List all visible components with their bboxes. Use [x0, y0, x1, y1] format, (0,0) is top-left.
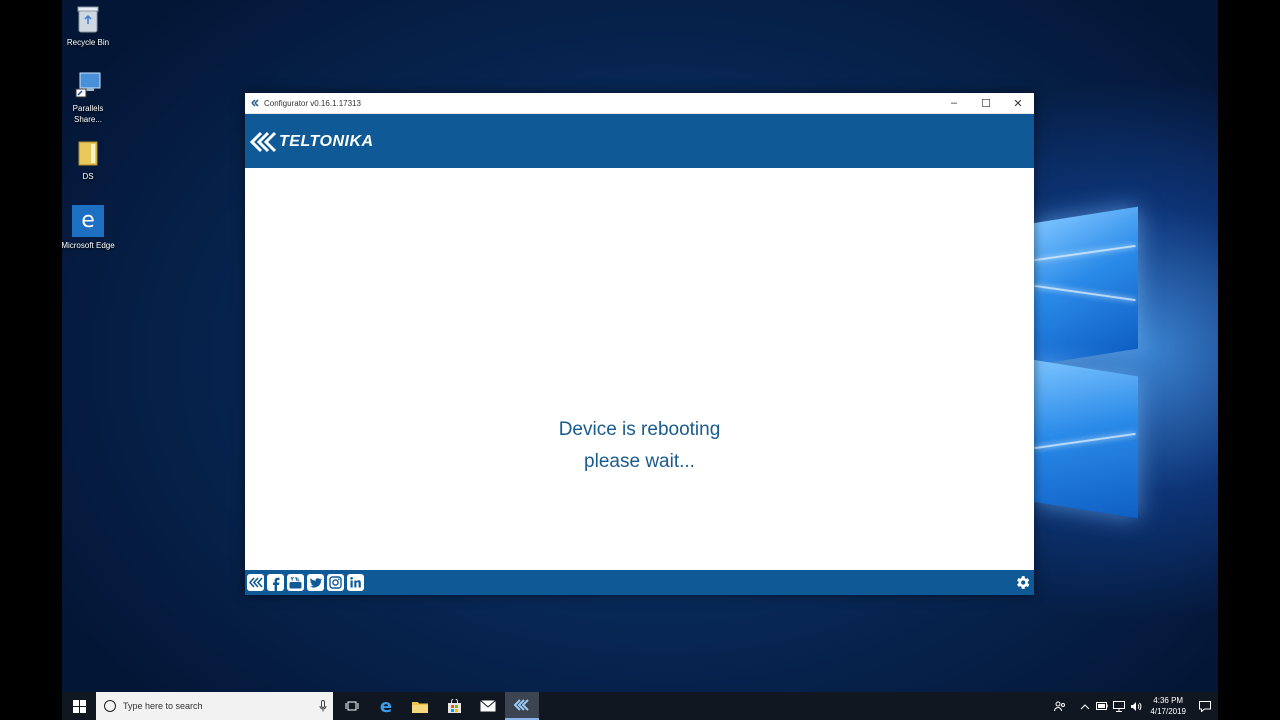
teltonika-logo-icon — [249, 131, 277, 152]
desktop-icon-ds[interactable]: DS — [62, 138, 118, 182]
action-center-button[interactable] — [1192, 692, 1218, 720]
minimize-icon: – — [950, 97, 958, 109]
mail-icon — [480, 700, 496, 712]
taskbar-store[interactable] — [437, 692, 471, 720]
start-button[interactable] — [62, 692, 96, 720]
edge-icon: e — [72, 205, 104, 237]
close-button[interactable]: ✕ — [1002, 93, 1034, 113]
maximize-icon: ☐ — [981, 97, 991, 110]
instagram-icon — [327, 574, 344, 591]
instagram-link[interactable] — [327, 574, 344, 591]
taskbar-edge[interactable]: e — [369, 692, 403, 720]
search-input[interactable]: Type here to search — [123, 701, 319, 711]
desktop-icon-label: Microsoft Edge — [62, 241, 115, 250]
windows-start-icon — [72, 699, 86, 713]
battery-icon — [1095, 702, 1108, 710]
microphone-icon[interactable] — [319, 700, 327, 712]
facebook-icon — [267, 574, 284, 591]
desktop-icon-edge[interactable]: e Microsoft Edge — [62, 205, 118, 251]
volume-button[interactable] — [1127, 692, 1144, 720]
teltonika-icon — [247, 574, 264, 591]
edge-icon: e — [379, 695, 393, 717]
teltonika-configurator-icon — [513, 699, 529, 711]
network-button[interactable] — [1110, 692, 1127, 720]
window-title: Configurator v0.16.1.17313 — [264, 98, 361, 108]
show-hidden-icons-button[interactable] — [1076, 692, 1093, 720]
message-line-2: please wait... — [584, 451, 695, 472]
taskbar-file-explorer[interactable] — [403, 692, 437, 720]
linkedin-link[interactable] — [347, 574, 364, 591]
file-explorer-icon — [412, 701, 428, 713]
folder-icon — [73, 138, 103, 168]
parallels-icon — [73, 70, 103, 100]
brand-name: TELTONIKA — [279, 132, 374, 150]
youtube-link[interactable] — [287, 574, 304, 591]
taskbar-mail[interactable] — [471, 692, 505, 720]
notification-icon — [1199, 700, 1211, 712]
twitter-link[interactable] — [307, 574, 324, 591]
clock[interactable]: 4:36 PM 4/17/2019 — [1150, 695, 1186, 717]
youtube-icon — [287, 574, 304, 591]
twitter-icon — [307, 574, 324, 591]
maximize-button[interactable]: ☐ — [970, 93, 1002, 113]
facebook-link[interactable] — [267, 574, 284, 591]
main-content: Device is rebooting please wait... — [245, 168, 1034, 570]
desktop-icon-label: Recycle Bin — [66, 38, 110, 47]
volume-icon — [1130, 701, 1142, 711]
gear-icon — [1017, 576, 1030, 589]
title-bar[interactable]: Configurator v0.16.1.17313 – ☐ ✕ — [245, 93, 1034, 114]
close-icon: ✕ — [1013, 97, 1023, 110]
store-icon — [447, 698, 461, 713]
desktop-icon-label: Parallels Share... — [72, 104, 104, 124]
network-icon — [1112, 700, 1125, 712]
taskbar-configurator[interactable] — [505, 692, 539, 720]
battery-button[interactable] — [1093, 692, 1110, 720]
clock-date: 4/17/2019 — [1150, 707, 1186, 716]
task-view-icon — [345, 701, 359, 711]
teltonika-app-icon — [251, 99, 259, 107]
cortana-icon — [104, 700, 116, 712]
people-button[interactable] — [1051, 692, 1068, 720]
reboot-message: Device is rebooting please wait... — [245, 414, 1034, 478]
task-view-button[interactable] — [335, 692, 369, 720]
message-line-1: Device is rebooting — [558, 419, 721, 440]
chevron-up-icon — [1080, 703, 1090, 709]
configurator-window: Configurator v0.16.1.17313 – ☐ ✕ TELTONI… — [245, 93, 1034, 595]
desktop-icon-label: DS — [82, 172, 94, 181]
minimize-button[interactable]: – — [938, 93, 970, 113]
taskbar: Type here to search e 4:36 PM 4/17/2019 — [62, 692, 1218, 720]
people-icon — [1053, 701, 1065, 711]
recycle-bin-icon — [73, 4, 103, 34]
brand-header: TELTONIKA — [245, 114, 1034, 169]
footer-bar — [245, 570, 1034, 595]
settings-button[interactable] — [1013, 573, 1032, 592]
teltonika-link[interactable] — [247, 574, 264, 591]
desktop-icon-parallels[interactable]: Parallels Share... — [62, 70, 118, 125]
system-tray: 4:36 PM 4/17/2019 — [1051, 692, 1218, 720]
clock-time: 4:36 PM — [1153, 696, 1184, 705]
linkedin-icon — [347, 574, 364, 591]
desktop-icon-recycle-bin[interactable]: Recycle Bin — [62, 4, 118, 48]
taskbar-search[interactable]: Type here to search — [96, 692, 333, 720]
